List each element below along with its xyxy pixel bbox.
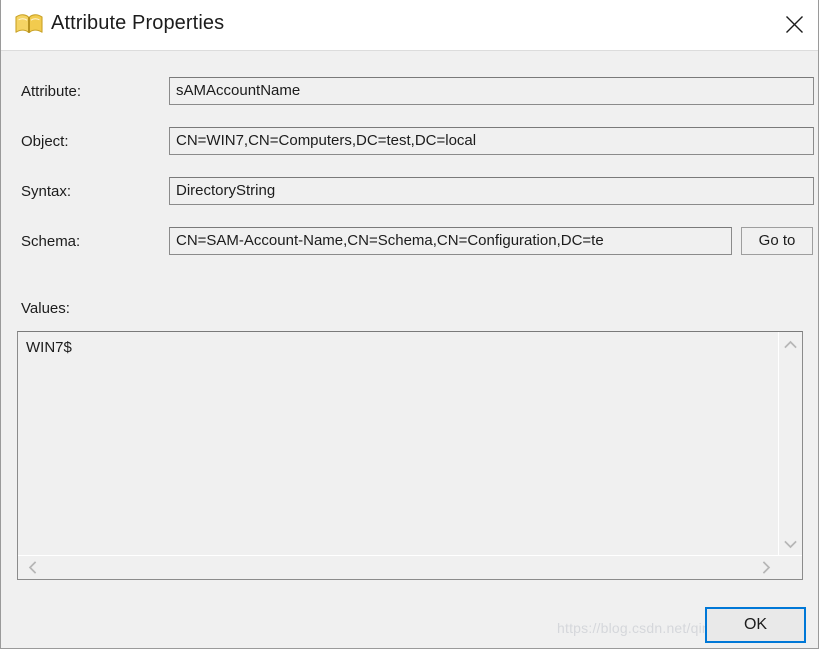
values-vertical-scrollbar[interactable] [778,332,802,556]
values-horizontal-scrollbar[interactable] [18,555,802,579]
schema-field[interactable]: CN=SAM-Account-Name,CN=Schema,CN=Configu… [169,227,732,255]
chevron-right-icon[interactable] [755,556,777,579]
schema-label: Schema: [21,233,81,250]
syntax-label: Syntax: [21,183,72,200]
values-label: Values: [21,300,70,317]
object-label: Object: [21,133,69,150]
syntax-field[interactable]: DirectoryString [169,177,814,205]
object-field[interactable]: CN=WIN7,CN=Computers,DC=test,DC=local [169,127,814,155]
title-bar: Attribute Properties [1,0,818,51]
attribute-properties-dialog: Attribute Properties Attribute: sAMAccou… [0,0,819,649]
values-panel: WIN7$ [17,331,803,580]
ok-button[interactable]: OK [705,607,806,643]
go-to-button[interactable]: Go to [741,227,813,255]
window-title: Attribute Properties [51,12,225,34]
open-book-icon [14,11,44,37]
attribute-label: Attribute: [21,83,82,100]
chevron-down-icon[interactable] [779,534,802,554]
chevron-up-icon[interactable] [779,334,802,354]
close-icon[interactable] [771,0,818,49]
values-textarea[interactable]: WIN7$ [18,332,778,555]
attribute-field[interactable]: sAMAccountName [169,77,814,105]
chevron-left-icon[interactable] [21,556,43,579]
